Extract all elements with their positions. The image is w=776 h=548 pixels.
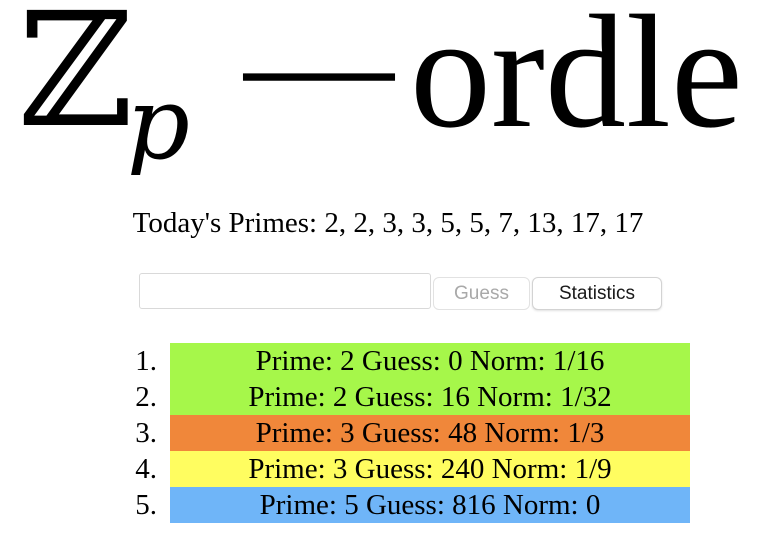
guess-row-number: 2.: [135, 381, 157, 413]
logo-z-glyph: ℤ: [18, 0, 133, 163]
guess-button[interactable]: Guess: [433, 277, 530, 310]
guess-row-number: 4.: [135, 453, 157, 485]
guess-row-result: Prime: 2 Guess: 16 Norm: 1/32: [170, 379, 690, 415]
logo-dash: —: [242, 0, 396, 145]
statistics-button[interactable]: Statistics: [532, 277, 662, 310]
logo-subscript-p: p: [126, 65, 190, 175]
guess-row-result: Prime: 3 Guess: 48 Norm: 1/3: [170, 415, 690, 451]
guess-input[interactable]: [139, 273, 431, 309]
guess-row-result: Prime: 3 Guess: 240 Norm: 1/9: [170, 451, 690, 487]
guess-row-result: Prime: 2 Guess: 0 Norm: 1/16: [170, 343, 690, 379]
todays-primes: Today's Primes: 2, 2, 3, 3, 5, 5, 7, 13,…: [132, 207, 644, 239]
guess-row-number: 5.: [135, 489, 157, 521]
logo-word: ordle: [410, 0, 743, 162]
guess-row-number: 1.: [135, 345, 157, 377]
guess-row-result: Prime: 5 Guess: 816 Norm: 0: [170, 487, 690, 523]
logo-graphic: ℤ p — ordle: [18, 0, 743, 175]
zp-ordle-logo: ℤ p — ordle: [18, 0, 758, 175]
guess-row-number: 3.: [135, 417, 157, 449]
